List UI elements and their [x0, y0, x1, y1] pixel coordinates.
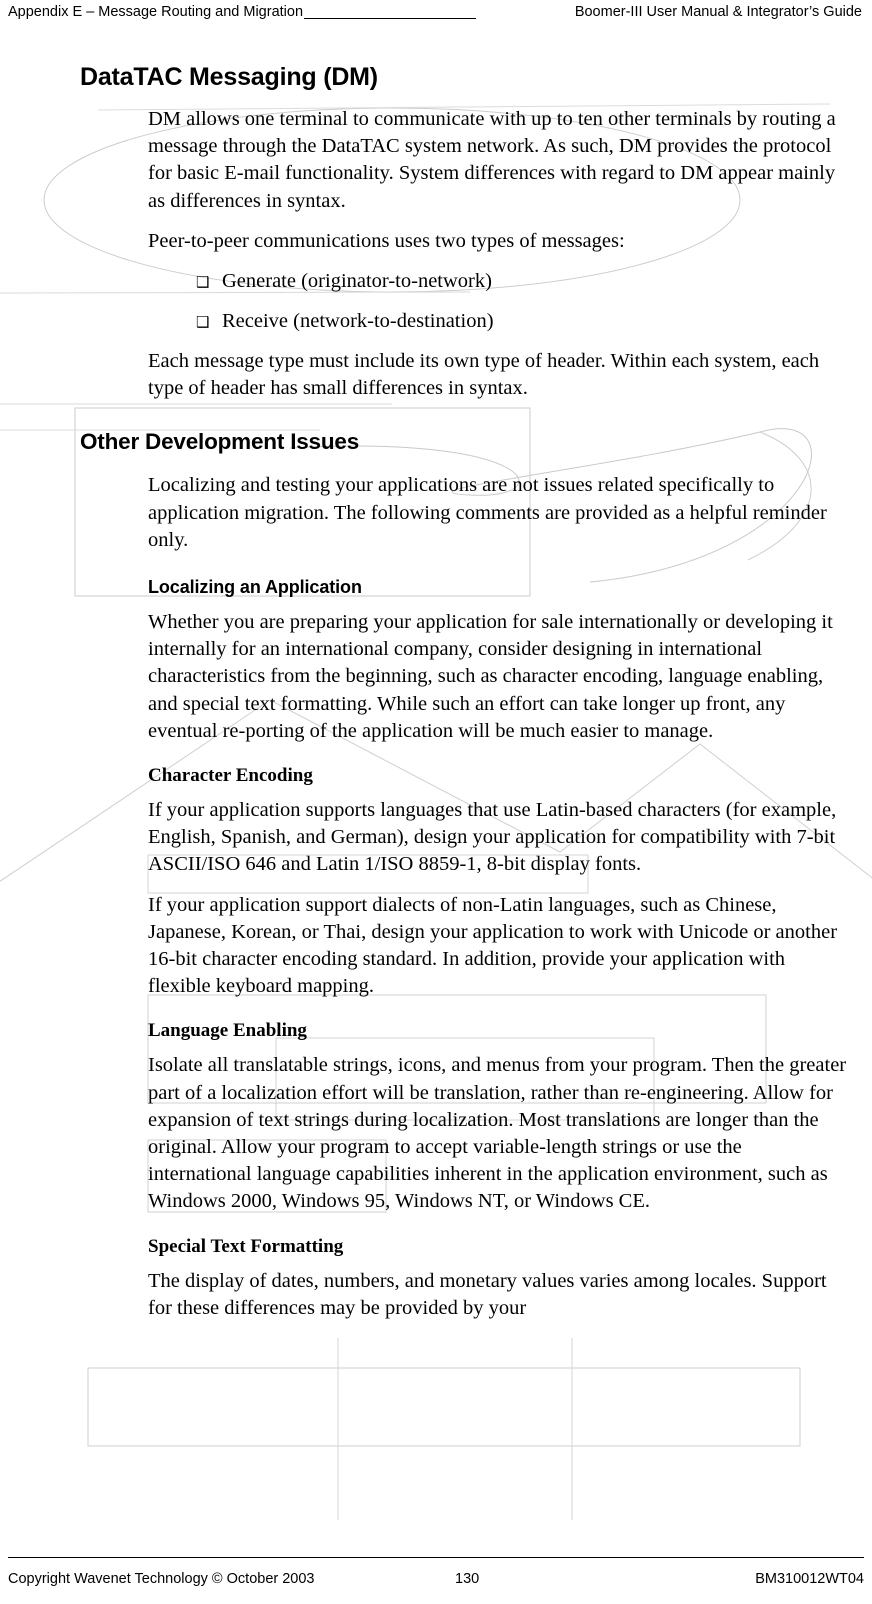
heading-language-enabling: Language Enabling: [148, 1020, 307, 1042]
square-bullet-icon: ❑: [196, 313, 210, 332]
footer-divider: [8, 1557, 864, 1558]
heading-special-text-formatting: Special Text Formatting: [148, 1235, 344, 1257]
paragraph-localizing-testing: Localizing and testing your applications…: [148, 474, 827, 551]
paragraph-non-latin-languages: If your application support dialects of …: [148, 893, 838, 998]
heading-localizing-an-application: Localizing an Application: [148, 577, 362, 598]
footer-copyright: Copyright Wavenet Technology © October 2…: [8, 1571, 315, 1587]
heading-other-development-issues: Other Development Issues: [80, 429, 360, 455]
paragraph-peer-to-peer-intro: Peer-to-peer communications uses two typ…: [148, 229, 625, 252]
paragraph-message-header: Each message type must include its own t…: [148, 350, 820, 400]
square-bullet-icon: ❑: [196, 273, 210, 292]
document-body: DataTAC Messaging (DM) DM allows one ter…: [0, 62, 872, 1335]
paragraph-isolate-translatable-strings: Isolate all translatable strings, icons,…: [148, 1054, 847, 1213]
message-type-list: ❑ Generate (originator-to-network) ❑ Rec…: [0, 268, 872, 335]
list-item-label: Generate (originator-to-network): [222, 270, 492, 293]
running-head-right: Boomer-III User Manual & Integrator’s Gu…: [574, 4, 862, 20]
running-head-left-text: Appendix E – Message Routing and Migrati…: [8, 4, 304, 20]
paragraph-dm-overview: DM allows one terminal to communicate wi…: [148, 108, 836, 212]
document-page: Appendix E – Message Routing and Migrati…: [0, 0, 872, 1604]
paragraph-preparing-application: Whether you are preparing your applicati…: [148, 611, 833, 742]
running-head-left: Appendix E – Message Routing and Migrati…: [8, 2, 477, 22]
footer-page-number: 130: [455, 1571, 480, 1587]
paragraph-display-of-dates: The display of dates, numbers, and monet…: [148, 1269, 827, 1319]
footer-document-id: BM310012WT04: [755, 1571, 864, 1587]
heading-character-encoding: Character Encoding: [148, 765, 313, 787]
paragraph-latin-based-characters: If your application supports languages t…: [148, 799, 837, 876]
list-item: ❑ Generate (originator-to-network): [0, 268, 872, 295]
running-head-rule: [304, 18, 477, 19]
page-footer: Copyright Wavenet Technology © October 2…: [8, 1568, 864, 1594]
list-item-label: Receive (network-to-destination): [222, 310, 494, 333]
list-item: ❑ Receive (network-to-destination): [0, 308, 872, 335]
running-head: Appendix E – Message Routing and Migrati…: [8, 2, 862, 24]
heading-datatac-messaging: DataTAC Messaging (DM): [80, 63, 378, 91]
